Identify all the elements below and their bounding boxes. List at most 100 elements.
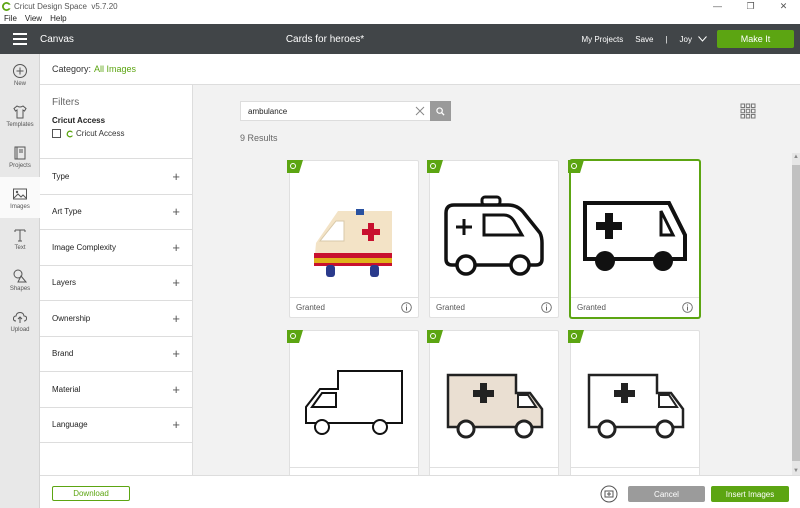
grid-view-icon[interactable] [740,103,756,119]
card-footer: Granted [571,297,699,317]
info-icon[interactable] [541,302,552,313]
ambulance-line-truck-image [290,339,418,467]
make-it-button[interactable]: Make It [717,30,794,48]
tool-label: Text [14,244,26,251]
plus-icon: + [172,239,180,255]
maximize-button[interactable]: ❐ [734,0,767,13]
access-title: Cricut Access [52,116,106,125]
tool-templates[interactable]: Templates [0,95,40,136]
card-footer [571,467,699,475]
plus-icon: + [172,168,180,184]
filter-label: Image Complexity [52,242,117,252]
search-button[interactable] [430,101,451,121]
filter-language[interactable]: Language + [40,408,192,443]
tool-label: Upload [10,326,30,333]
menu-help[interactable]: Help [46,13,70,24]
ambulance-image [446,373,544,439]
minimize-button[interactable]: — [701,0,734,13]
tool-label: New [13,80,26,87]
cricut-access-icon [66,130,74,137]
close-window-button[interactable]: ✕ [767,0,800,13]
scrollbar-thumb[interactable] [792,165,800,461]
cloud-upload-icon [12,311,28,323]
results-scrollbar[interactable]: ▲ ▼ [792,153,800,475]
tool-label: Shapes [9,285,31,292]
card-status: Granted [296,303,325,312]
image-icon [13,188,27,199]
image-card[interactable] [568,330,700,475]
dialog-footer: Download Cancel Insert Images [40,475,800,508]
ambulance-image [587,373,685,439]
filter-type[interactable]: Type + [40,159,192,195]
info-icon[interactable] [401,302,412,313]
plus-icon: + [172,417,180,433]
download-button[interactable]: Download [52,486,130,501]
ambulance-image [305,370,403,435]
ambulance-outline-van-image [430,169,558,297]
insert-images-button[interactable]: Insert Images [711,486,789,502]
image-card-selected[interactable]: Granted [568,160,700,318]
plus-circle-icon [13,63,27,78]
plus-icon: + [172,346,180,362]
filter-label: Layers [52,278,77,288]
filter-layers[interactable]: Layers + [40,266,192,301]
scroll-down-arrow[interactable]: ▼ [792,467,800,475]
tool-sidebar: New Templates Projects Images Text Shape… [0,54,40,508]
tool-new[interactable]: New [0,54,40,95]
access-checkbox[interactable] [52,129,61,138]
card-status: Granted [436,303,465,312]
sync-images-icon[interactable] [600,485,618,503]
card-footer [290,467,418,475]
cancel-button[interactable]: Cancel [628,486,705,502]
tool-images[interactable]: Images [0,177,40,218]
tool-text[interactable]: Text [0,218,40,259]
shapes-icon [13,269,28,282]
image-card[interactable] [287,330,419,475]
menu-file[interactable]: File [0,13,21,24]
results-area: ambulance 9 Results Granted Granted Gran… [193,85,800,475]
category-label: Category: [52,64,92,74]
header-divider: | [665,34,668,44]
user-menu[interactable]: Joy [680,35,707,44]
info-icon[interactable] [682,302,693,313]
user-name: Joy [679,34,692,44]
category-value-link[interactable]: All Images [94,64,136,74]
menu-bar: File View Help [0,13,800,24]
filter-ownership[interactable]: Ownership + [40,301,192,337]
filter-label: Material [52,384,81,394]
tool-projects[interactable]: Projects [0,136,40,177]
filter-label: Ownership [52,313,91,323]
tool-shapes[interactable]: Shapes [0,259,40,300]
access-checkbox-row[interactable]: Cricut Access [52,129,192,138]
tool-label: Projects [9,162,31,169]
ambulance-white-truck-image [571,339,699,467]
filter-label: Brand [52,349,74,359]
image-card[interactable] [427,330,559,475]
tool-upload[interactable]: Upload [0,300,40,341]
scroll-up-arrow[interactable]: ▲ [792,153,800,161]
image-card[interactable]: Granted [287,160,419,318]
menu-view[interactable]: View [21,13,46,24]
window-titlebar: Cricut Design Space v5.7.20 — ❐ ✕ [0,0,800,13]
category-bar: Category: All Images [40,54,800,85]
plus-icon: + [172,310,180,326]
my-projects-link[interactable]: My Projects [581,35,623,44]
app-name: Cricut Design Space [14,2,87,11]
ambulance-beige-truck-image [430,339,558,467]
image-card[interactable]: Granted [427,160,559,318]
clear-search-icon[interactable] [415,106,425,116]
filters-title: Filters [52,97,80,108]
cricut-access-section: Cricut Access Cricut Access [40,116,192,159]
filter-art-type[interactable]: Art Type + [40,195,192,230]
cricut-logo-icon [2,2,11,11]
app-header: Canvas Cards for heroes* My Projects Sav… [0,24,800,54]
save-link[interactable]: Save [635,35,653,44]
search-input[interactable]: ambulance [240,101,430,121]
filter-material[interactable]: Material + [40,372,192,408]
filters-panel: Filters Cricut Access Cricut Access Type… [40,85,193,475]
shirt-icon [13,104,27,118]
ambulance-image [444,195,544,276]
filter-image-complexity[interactable]: Image Complexity + [40,230,192,266]
card-footer: Granted [290,297,418,317]
filter-brand[interactable]: Brand + [40,337,192,372]
